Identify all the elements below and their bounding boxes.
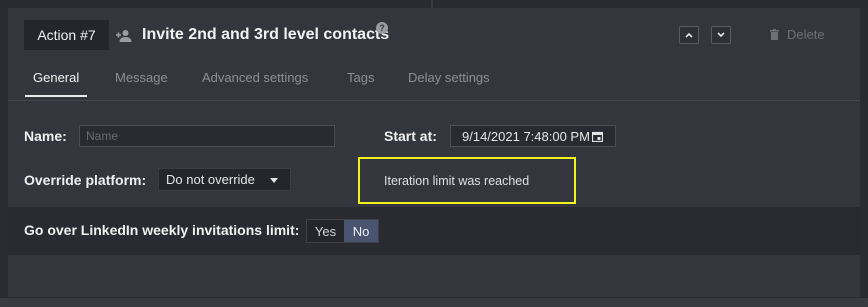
caret-down-icon <box>270 178 278 183</box>
calendar-icon[interactable] <box>592 131 603 142</box>
chevron-down-icon <box>717 32 725 38</box>
trash-icon <box>770 29 779 40</box>
linkedin-limit-row: Go over LinkedIn weekly invitations limi… <box>8 207 860 255</box>
override-platform-label: Override platform: <box>24 172 147 188</box>
name-input[interactable] <box>79 125 335 147</box>
name-label: Name: <box>24 128 67 144</box>
override-platform-select[interactable]: Do not override <box>158 168 291 191</box>
delete-button[interactable]: Delete <box>770 27 825 42</box>
bottom-divider <box>0 298 868 307</box>
move-down-button[interactable] <box>711 26 731 44</box>
action-badge: Action #7 <box>24 20 109 50</box>
tab-bar: General Message Advanced settings Tags D… <box>8 63 860 101</box>
action-header: Action #7 Invite 2nd and 3rd level conta… <box>8 8 860 63</box>
tab-advanced-settings[interactable]: Advanced settings <box>194 70 316 95</box>
tab-tags[interactable]: Tags <box>339 70 382 95</box>
tab-message[interactable]: Message <box>107 70 176 95</box>
chevron-up-icon <box>685 32 693 38</box>
toggle-no-button[interactable]: No <box>344 220 378 242</box>
add-person-icon <box>116 30 132 42</box>
start-at-value: 9/14/2021 7:48:00 PM <box>462 128 590 144</box>
help-icon[interactable]: ? <box>376 22 388 34</box>
linkedin-limit-toggle: Yes No <box>306 219 379 243</box>
override-platform-value: Do not override <box>166 172 255 187</box>
start-at-input[interactable]: 9/14/2021 7:48:00 PM <box>450 125 616 147</box>
action-title: Invite 2nd and 3rd level contacts <box>142 26 390 43</box>
top-strip <box>0 0 868 8</box>
iteration-limit-message: Iteration limit was reached <box>384 174 530 188</box>
tab-delay-settings[interactable]: Delay settings <box>400 70 498 95</box>
delete-label: Delete <box>787 27 825 42</box>
top-divider <box>431 0 433 8</box>
linkedin-limit-label: Go over LinkedIn weekly invitations limi… <box>24 222 300 238</box>
move-up-button[interactable] <box>679 26 699 44</box>
start-at-label: Start at: <box>384 128 437 144</box>
action-panel: Action #7 Invite 2nd and 3rd level conta… <box>8 8 860 297</box>
tab-general[interactable]: General <box>25 70 88 97</box>
toggle-yes-button[interactable]: Yes <box>307 220 344 242</box>
